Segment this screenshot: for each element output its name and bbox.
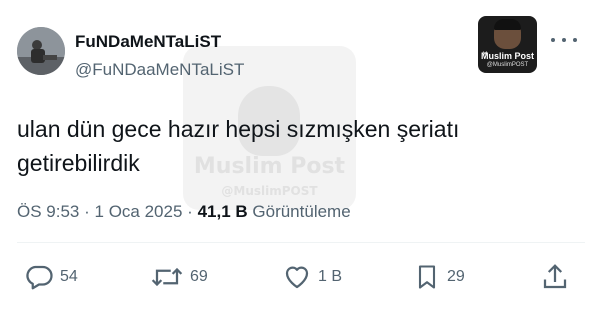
tweet-date[interactable]: 1 Oca 2025 <box>95 202 183 221</box>
repost-button[interactable]: 69 <box>150 262 208 292</box>
tweet-meta: ÖS 9:53 · 1 Oca 2025 · 41,1 B Görüntülem… <box>17 202 351 222</box>
brand-logo-badge: ✕ Muslim Post @MuslimPOST <box>478 16 537 73</box>
bookmark-button[interactable]: 29 <box>413 262 465 292</box>
like-button[interactable]: 1 B <box>282 262 342 292</box>
heart-icon <box>285 266 309 289</box>
repost-icon <box>151 267 183 287</box>
badge-handle: @MuslimPOST <box>486 62 529 68</box>
watermark-handle: @MuslimPOST <box>221 184 318 198</box>
tweet-text: ulan dün gece hazır hepsi sızmışken şeri… <box>17 112 577 180</box>
tweet-text-line: ulan dün gece hazır hepsi sızmışken şeri… <box>17 116 460 142</box>
avatar[interactable] <box>17 27 65 75</box>
tweet-text-line: getirebilirdik <box>17 150 140 176</box>
reply-button[interactable]: 54 <box>24 262 78 292</box>
views-count: 41,1 B <box>197 202 248 221</box>
share-icon <box>543 264 567 289</box>
tweet-card: Muslim Post @MuslimPOST FuNDaMeNTaLiST @… <box>0 0 602 315</box>
meta-separator: · <box>187 202 193 221</box>
views-label: Görüntüleme <box>252 202 351 221</box>
display-name[interactable]: FuNDaMeNTaLiST <box>75 32 221 52</box>
user-handle[interactable]: @FuNDaaMeNTaLiST <box>75 60 244 80</box>
bookmark-count: 29 <box>447 268 465 285</box>
badge-title: Muslim Post <box>480 51 534 61</box>
reply-icon <box>26 265 53 290</box>
repost-count: 69 <box>190 268 208 285</box>
more-icon[interactable] <box>551 30 577 50</box>
reply-count: 54 <box>60 268 78 285</box>
bookmark-icon <box>418 265 436 289</box>
like-count: 1 B <box>318 268 343 285</box>
share-button[interactable] <box>540 262 570 292</box>
tweet-time[interactable]: ÖS 9:53 <box>17 202 79 221</box>
divider <box>17 242 585 243</box>
meta-separator: · <box>84 202 90 221</box>
